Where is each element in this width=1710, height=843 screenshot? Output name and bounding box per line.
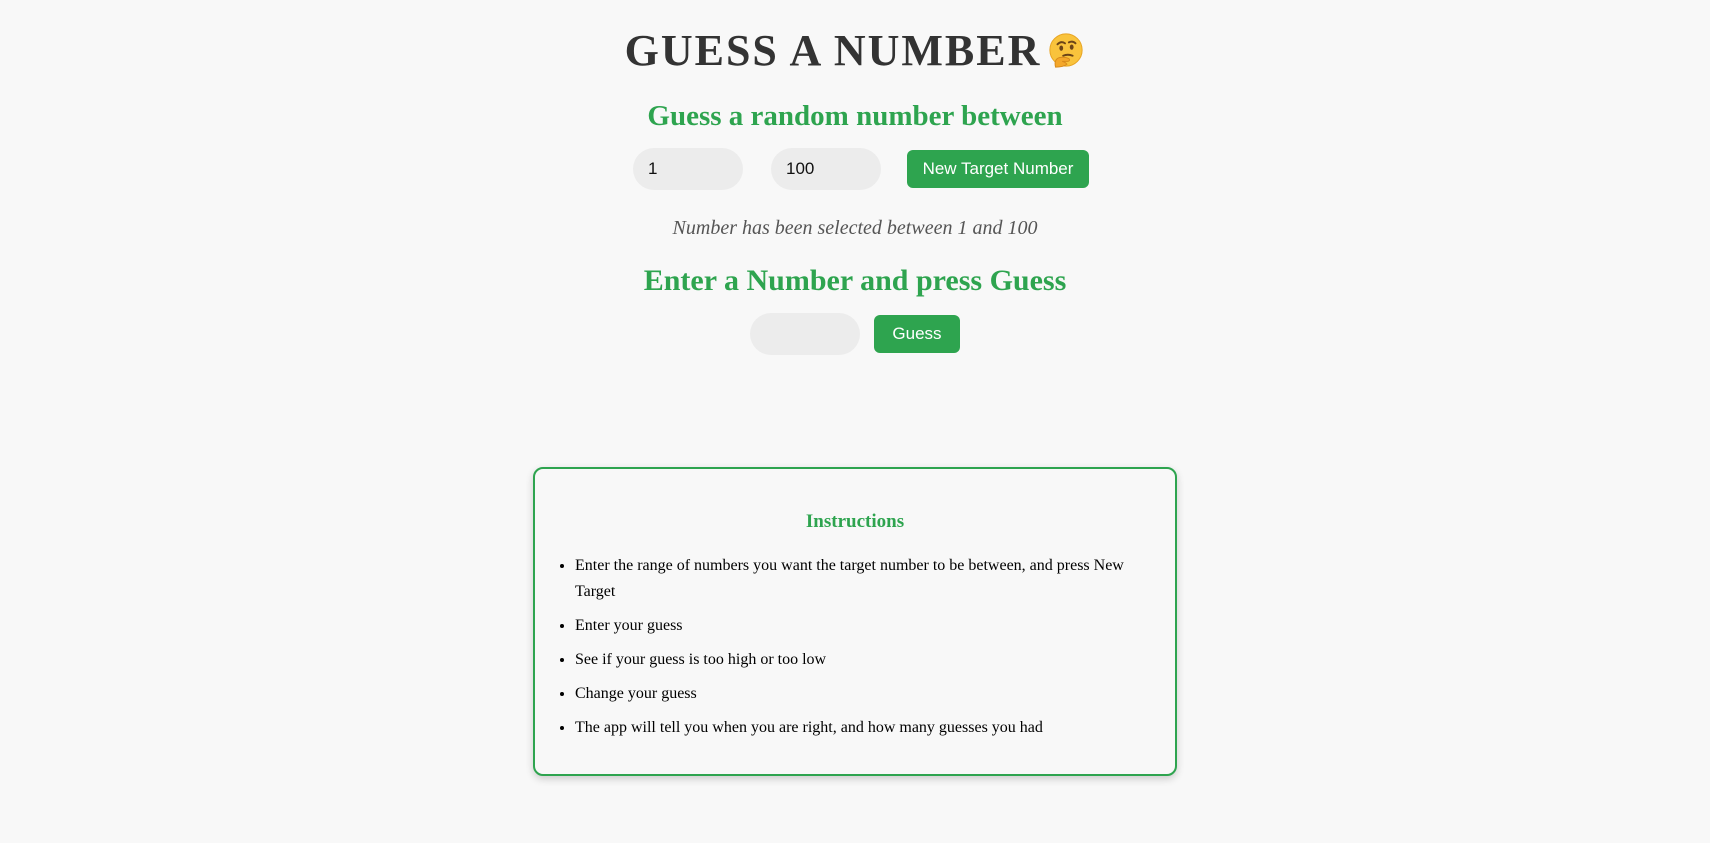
guess-button[interactable]: Guess xyxy=(874,315,960,353)
instruction-item: Change your guess xyxy=(575,681,1147,707)
instruction-item: See if your guess is too high or too low xyxy=(575,647,1147,673)
guess-heading: Enter a Number and press Guess xyxy=(643,264,1067,297)
range-heading: Guess a random number between xyxy=(647,100,1063,132)
page-title: GUESS A NUMBER xyxy=(0,22,1710,80)
guess-input[interactable] xyxy=(750,313,860,355)
instruction-item: Enter your guess xyxy=(575,613,1147,639)
range-status-text: Number has been selected between 1 and 1… xyxy=(672,217,1038,239)
instruction-item: Enter the range of numbers you want the … xyxy=(575,553,1147,605)
range-min-input[interactable] xyxy=(633,148,743,190)
new-target-button[interactable]: New Target Number xyxy=(907,150,1089,188)
instructions-panel: Instructions Enter the range of numbers … xyxy=(533,467,1177,776)
instruction-item: The app will tell you when you are right… xyxy=(575,715,1147,741)
instructions-heading: Instructions xyxy=(805,511,905,532)
range-max-input[interactable] xyxy=(771,148,881,190)
thinking-face-icon xyxy=(1049,33,1083,68)
app-page: GUESS A NUMBER Guess a random number bet… xyxy=(0,0,1710,843)
page-title-text: GUESS A NUMBER xyxy=(624,26,1042,75)
instructions-list: Enter the range of numbers you want the … xyxy=(535,553,1175,749)
